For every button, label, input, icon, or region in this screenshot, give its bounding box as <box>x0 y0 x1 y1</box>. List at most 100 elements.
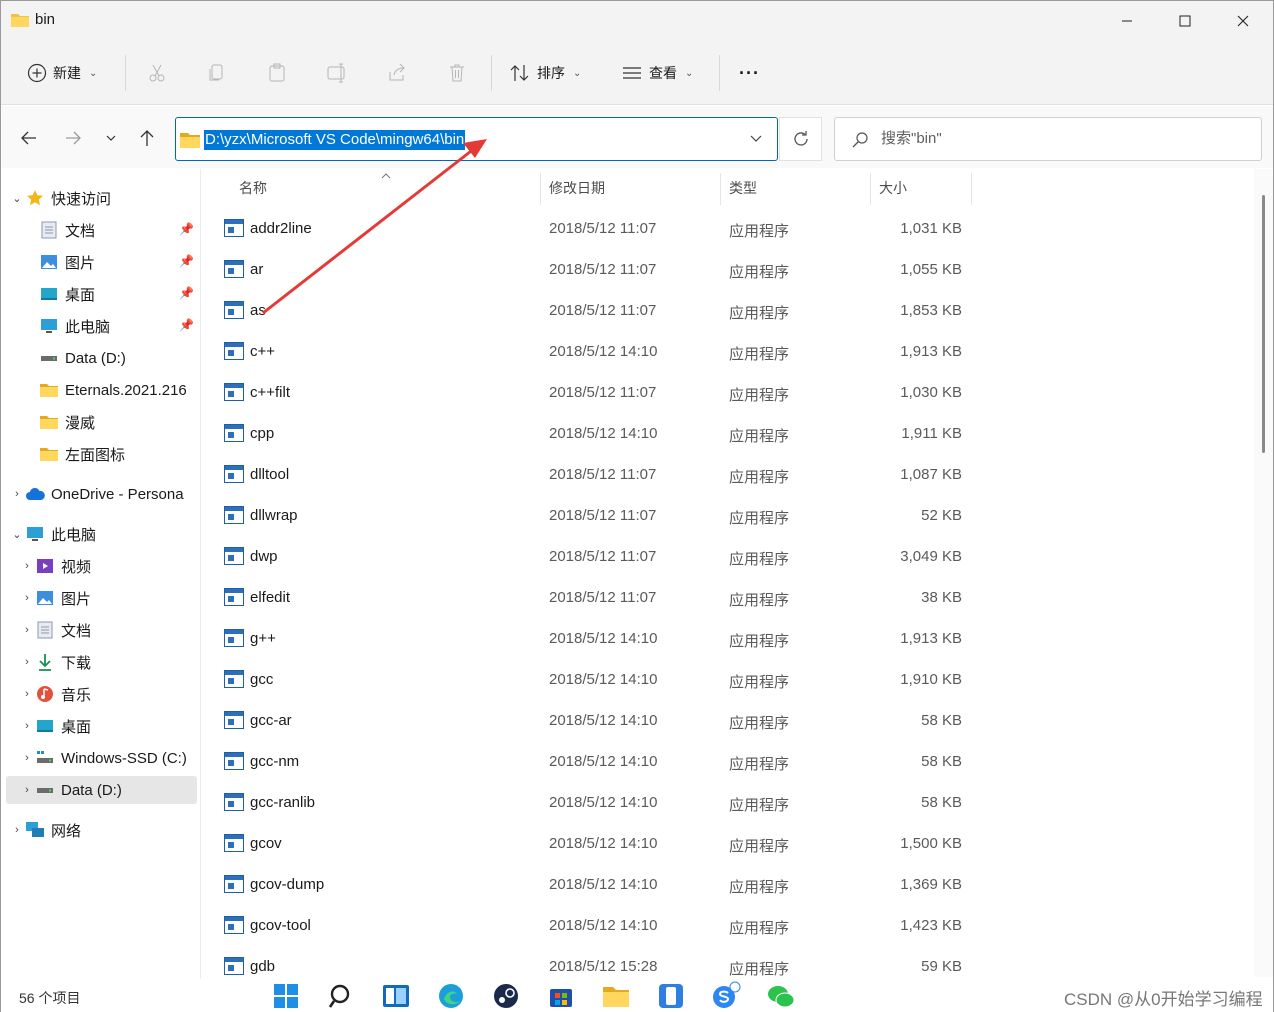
sidebar-item-pc-documents[interactable]: › 文档 <box>19 616 200 644</box>
chevron-right-icon[interactable]: › <box>19 688 35 700</box>
edge-icon[interactable] <box>436 981 466 1011</box>
sort-button[interactable]: 排序 ⌄ <box>509 51 581 95</box>
chevron-right-icon[interactable]: › <box>19 720 35 732</box>
column-header-size[interactable]: 大小 <box>879 169 907 207</box>
sidebar-item-pc-desktop[interactable]: › 桌面 <box>19 712 200 740</box>
pin-icon[interactable]: 📌 <box>179 286 194 300</box>
file-row[interactable]: gcov-tool 2018/5/12 14:10 应用程序 1,423 KB <box>201 907 981 948</box>
column-divider[interactable] <box>720 173 721 205</box>
sidebar-item-data-d-selected[interactable]: › Data (D:) <box>6 776 197 804</box>
file-row[interactable]: c++ 2018/5/12 14:10 应用程序 1,913 KB <box>201 333 981 374</box>
file-row[interactable]: dllwrap 2018/5/12 11:07 应用程序 52 KB <box>201 497 981 538</box>
sidebar-item-marvel[interactable]: 漫威 <box>39 408 200 436</box>
file-row[interactable]: gcc 2018/5/12 14:10 应用程序 1,910 KB <box>201 661 981 702</box>
chevron-right-icon[interactable]: › <box>19 560 35 572</box>
share-button[interactable] <box>387 51 407 95</box>
steam-icon[interactable] <box>491 981 521 1011</box>
file-row[interactable]: g++ 2018/5/12 14:10 应用程序 1,913 KB <box>201 620 981 661</box>
phone-link-icon[interactable] <box>656 981 686 1011</box>
close-button[interactable] <box>1214 1 1272 41</box>
sidebar-item-documents[interactable]: 文档 📌 <box>39 216 200 244</box>
chevron-right-icon[interactable]: › <box>19 624 35 636</box>
file-row[interactable]: gdb 2018/5/12 15:28 应用程序 59 KB <box>201 948 981 977</box>
delete-button[interactable] <box>447 51 467 95</box>
search-input[interactable] <box>881 130 1241 147</box>
minimize-button[interactable] <box>1098 1 1156 41</box>
chevron-right-icon[interactable]: › <box>19 656 35 668</box>
pin-icon[interactable]: 📌 <box>179 222 194 236</box>
column-divider[interactable] <box>540 173 541 205</box>
file-explorer-taskbar-icon[interactable] <box>601 981 631 1011</box>
chevron-right-icon[interactable]: › <box>19 752 35 764</box>
sidebar-item-downloads[interactable]: › 下载 <box>19 648 200 676</box>
sidebar-item-pictures[interactable]: 图片 📌 <box>39 248 200 276</box>
sidebar-item-desktop[interactable]: 桌面 📌 <box>39 280 200 308</box>
recent-locations-button[interactable] <box>97 124 125 152</box>
file-row[interactable]: ar 2018/5/12 11:07 应用程序 1,055 KB <box>201 251 981 292</box>
column-divider[interactable] <box>971 173 972 205</box>
forward-button[interactable] <box>59 124 87 152</box>
paste-button[interactable] <box>267 51 287 95</box>
file-name: dwp <box>250 548 278 565</box>
search-icon[interactable] <box>326 981 356 1011</box>
pin-icon[interactable]: 📌 <box>179 254 194 268</box>
file-row[interactable]: as 2018/5/12 11:07 应用程序 1,853 KB <box>201 292 981 333</box>
chevron-down-icon[interactable]: ⌄ <box>9 528 25 541</box>
sidebar-item-desktop-icons[interactable]: 左面图标 <box>39 440 200 468</box>
sidebar-item-eternals[interactable]: Eternals.2021.216 <box>39 376 200 404</box>
search-box[interactable] <box>834 117 1262 161</box>
sidebar-item-onedrive[interactable]: › OneDrive - Persona <box>9 480 200 508</box>
chevron-down-icon[interactable] <box>749 132 763 144</box>
file-row[interactable]: gcc-ar 2018/5/12 14:10 应用程序 58 KB <box>201 702 981 743</box>
sidebar-item-windows-ssd[interactable]: › Windows-SSD (C:) <box>19 744 200 772</box>
column-divider[interactable] <box>870 173 871 205</box>
file-row[interactable]: elfedit 2018/5/12 11:07 应用程序 38 KB <box>201 579 981 620</box>
chevron-down-icon[interactable]: ⌄ <box>9 192 25 205</box>
more-options-button[interactable]: ··· <box>739 51 760 95</box>
file-row[interactable]: gcc-nm 2018/5/12 14:10 应用程序 58 KB <box>201 743 981 784</box>
column-header-name[interactable]: 名称 <box>239 169 267 207</box>
wechat-icon[interactable] <box>766 981 796 1011</box>
file-row[interactable]: gcov-dump 2018/5/12 14:10 应用程序 1,369 KB <box>201 866 981 907</box>
rename-button[interactable] <box>327 51 349 95</box>
column-header-type[interactable]: 类型 <box>729 169 757 207</box>
file-row[interactable]: dlltool 2018/5/12 11:07 应用程序 1,087 KB <box>201 456 981 497</box>
sogou-icon[interactable] <box>711 981 741 1011</box>
file-row[interactable]: gcc-ranlib 2018/5/12 14:10 应用程序 58 KB <box>201 784 981 825</box>
sidebar-item-quick-access[interactable]: ⌄ 快速访问 <box>9 184 200 212</box>
sidebar-item-this-pc[interactable]: ⌄ 此电脑 <box>9 520 200 548</box>
refresh-button[interactable] <box>779 117 822 161</box>
pin-icon[interactable]: 📌 <box>179 318 194 332</box>
store-icon[interactable] <box>546 981 576 1011</box>
cut-button[interactable] <box>147 51 167 95</box>
column-header-date[interactable]: 修改日期 <box>549 169 605 207</box>
sidebar-item-data-d[interactable]: Data (D:) <box>39 344 200 372</box>
view-button[interactable]: 查看 ⌄ <box>621 51 693 95</box>
file-row[interactable]: dwp 2018/5/12 11:07 应用程序 3,049 KB <box>201 538 981 579</box>
chevron-right-icon[interactable]: › <box>9 488 25 500</box>
sidebar-item-pc-pictures[interactable]: › 图片 <box>19 584 200 612</box>
chevron-right-icon[interactable]: › <box>9 824 25 836</box>
sidebar-item-music[interactable]: › 音乐 <box>19 680 200 708</box>
file-row[interactable]: addr2line 2018/5/12 11:07 应用程序 1,031 KB <box>201 210 981 251</box>
file-row[interactable]: c++filt 2018/5/12 11:07 应用程序 1,030 KB <box>201 374 981 415</box>
maximize-button[interactable] <box>1156 1 1214 41</box>
copy-button[interactable] <box>207 51 227 95</box>
chevron-right-icon[interactable]: › <box>19 592 35 604</box>
file-row[interactable]: cpp 2018/5/12 14:10 应用程序 1,911 KB <box>201 415 981 456</box>
scrollbar-thumb[interactable] <box>1262 195 1265 453</box>
sidebar-item-videos[interactable]: › 视频 <box>19 552 200 580</box>
vertical-scrollbar[interactable] <box>1254 169 1273 977</box>
file-name: gdb <box>250 958 276 975</box>
sidebar-item-this-pc-pinned[interactable]: 此电脑 📌 <box>39 312 200 340</box>
chevron-right-icon[interactable]: › <box>19 784 35 796</box>
address-path[interactable]: D:\yzx\Microsoft VS Code\mingw64\bin <box>204 130 466 150</box>
new-button[interactable]: 新建 ⌄ <box>27 51 97 95</box>
file-row[interactable]: gcov 2018/5/12 14:10 应用程序 1,500 KB <box>201 825 981 866</box>
address-bar[interactable]: D:\yzx\Microsoft VS Code\mingw64\bin <box>175 117 778 161</box>
widgets-icon[interactable] <box>381 981 411 1011</box>
up-button[interactable] <box>133 124 161 152</box>
sidebar-item-network[interactable]: › 网络 <box>9 816 200 844</box>
windows-start-icon[interactable] <box>271 981 301 1011</box>
back-button[interactable] <box>15 124 43 152</box>
